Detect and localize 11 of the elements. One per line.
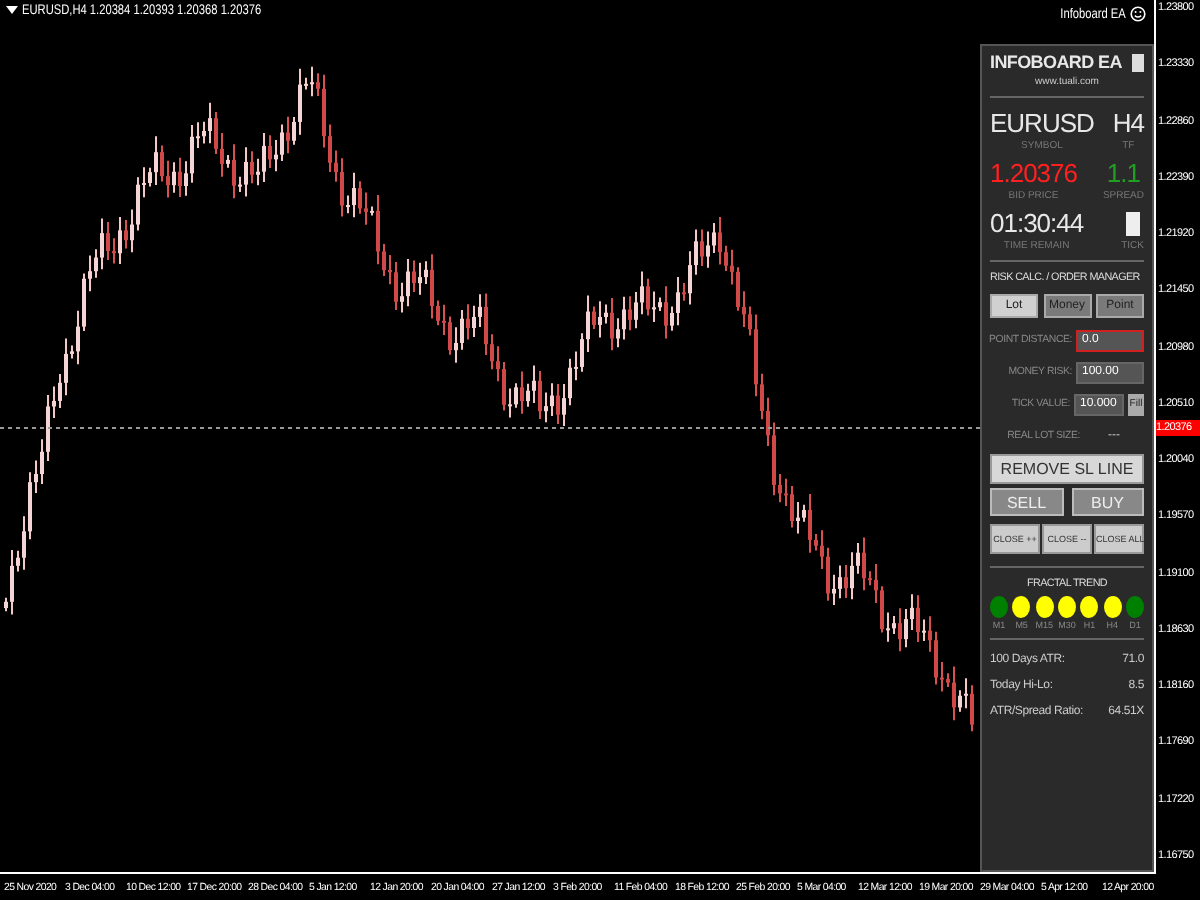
timeframe-value: H4 <box>1112 106 1144 140</box>
symbol-value: EURUSD <box>990 106 1094 140</box>
tick-indicator-icon <box>1125 212 1140 236</box>
minimize-button[interactable] <box>1132 53 1144 71</box>
bid-price-value: 1.20376 <box>990 156 1077 190</box>
panel-title: INFOBOARD EA <box>990 52 1122 72</box>
remove-sl-line-button[interactable]: REMOVE SL LINE <box>990 454 1144 484</box>
smiley-icon <box>1130 6 1146 22</box>
time-remain-value: 01:30:44 <box>990 206 1084 240</box>
spread-value: 1.1 <box>1106 156 1140 190</box>
dropdown-icon[interactable] <box>6 6 18 16</box>
